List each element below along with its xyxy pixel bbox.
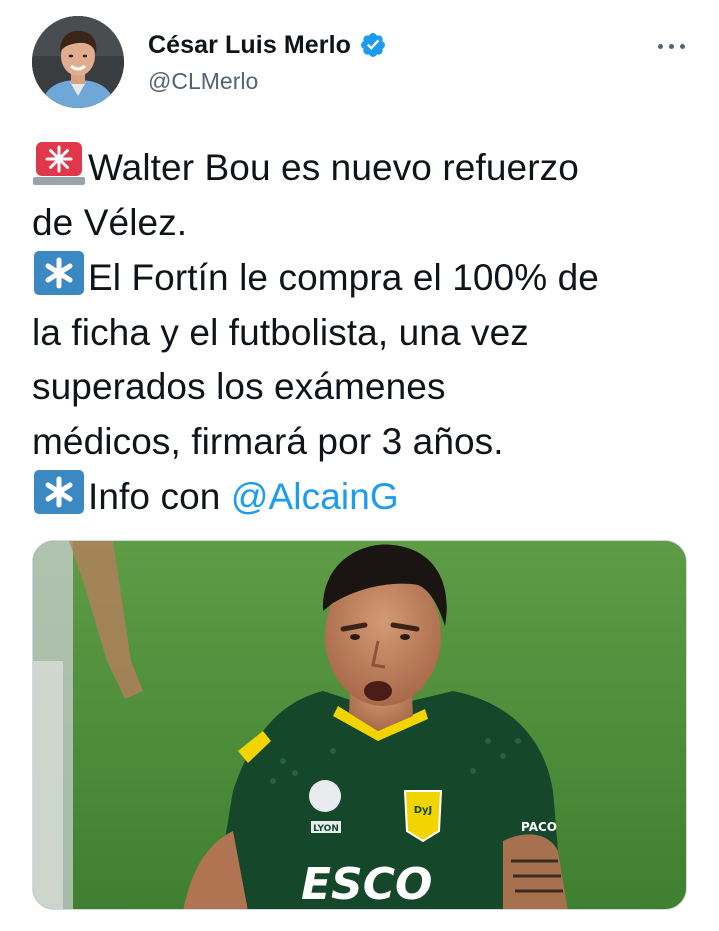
tweet-line-1: Walter Bou es nuevo refuerzo — [88, 147, 579, 188]
tweet-line-7-prefix: Info con — [88, 476, 231, 517]
author-display-name[interactable]: César Luis Merlo — [148, 31, 351, 60]
jersey-text-lyon: LYON — [313, 824, 339, 834]
tweet-line-3: El Fortín le compra el 100% de — [88, 257, 599, 298]
tweet-line-4: la ficha y el futbolista, una vez — [32, 311, 529, 353]
jersey-text-crest: DyJ — [414, 805, 433, 816]
asterisk-icon — [32, 469, 86, 515]
avatar[interactable] — [32, 16, 124, 108]
tweet-line-6: médicos, firmará por 3 años. — [32, 420, 504, 462]
tweet-line-5: superados los exámenes — [32, 366, 446, 407]
verified-badge-icon — [361, 33, 386, 57]
more-options-button[interactable] — [651, 34, 691, 58]
more-dot — [657, 43, 663, 49]
tweet-line: El Fortín le compra el 100% de — [32, 250, 702, 306]
tweet-line-2: de Vélez. — [32, 201, 188, 243]
more-dot — [668, 43, 674, 49]
jersey-text-escobar: ESCO — [301, 859, 432, 910]
more-dot — [679, 43, 685, 49]
tweet-header: César Luis Merlo @CLMerlo — [32, 16, 691, 112]
author-info: César Luis Merlo @CLMerlo — [148, 30, 387, 95]
jersey-text-paco: PACO — [521, 820, 557, 834]
rotating-light-icon — [32, 140, 86, 186]
tweet-text: Walter Bou es nuevo refuerzo de Vélez. E… — [32, 140, 702, 525]
asterisk-icon — [32, 250, 86, 296]
name-row: César Luis Merlo — [148, 30, 387, 60]
profile-photo-icon — [32, 16, 124, 108]
author-handle[interactable]: @CLMerlo — [148, 68, 387, 95]
mention-link[interactable]: @AlcainG — [231, 476, 399, 517]
tweet-line: Info con @AlcainG — [32, 469, 702, 525]
tweet-line: Walter Bou es nuevo refuerzo — [32, 140, 702, 196]
football-player-photo-icon: LYON DyJ PACO ESCO — [33, 541, 686, 910]
tweet-media-photo[interactable]: LYON DyJ PACO ESCO — [32, 540, 687, 910]
